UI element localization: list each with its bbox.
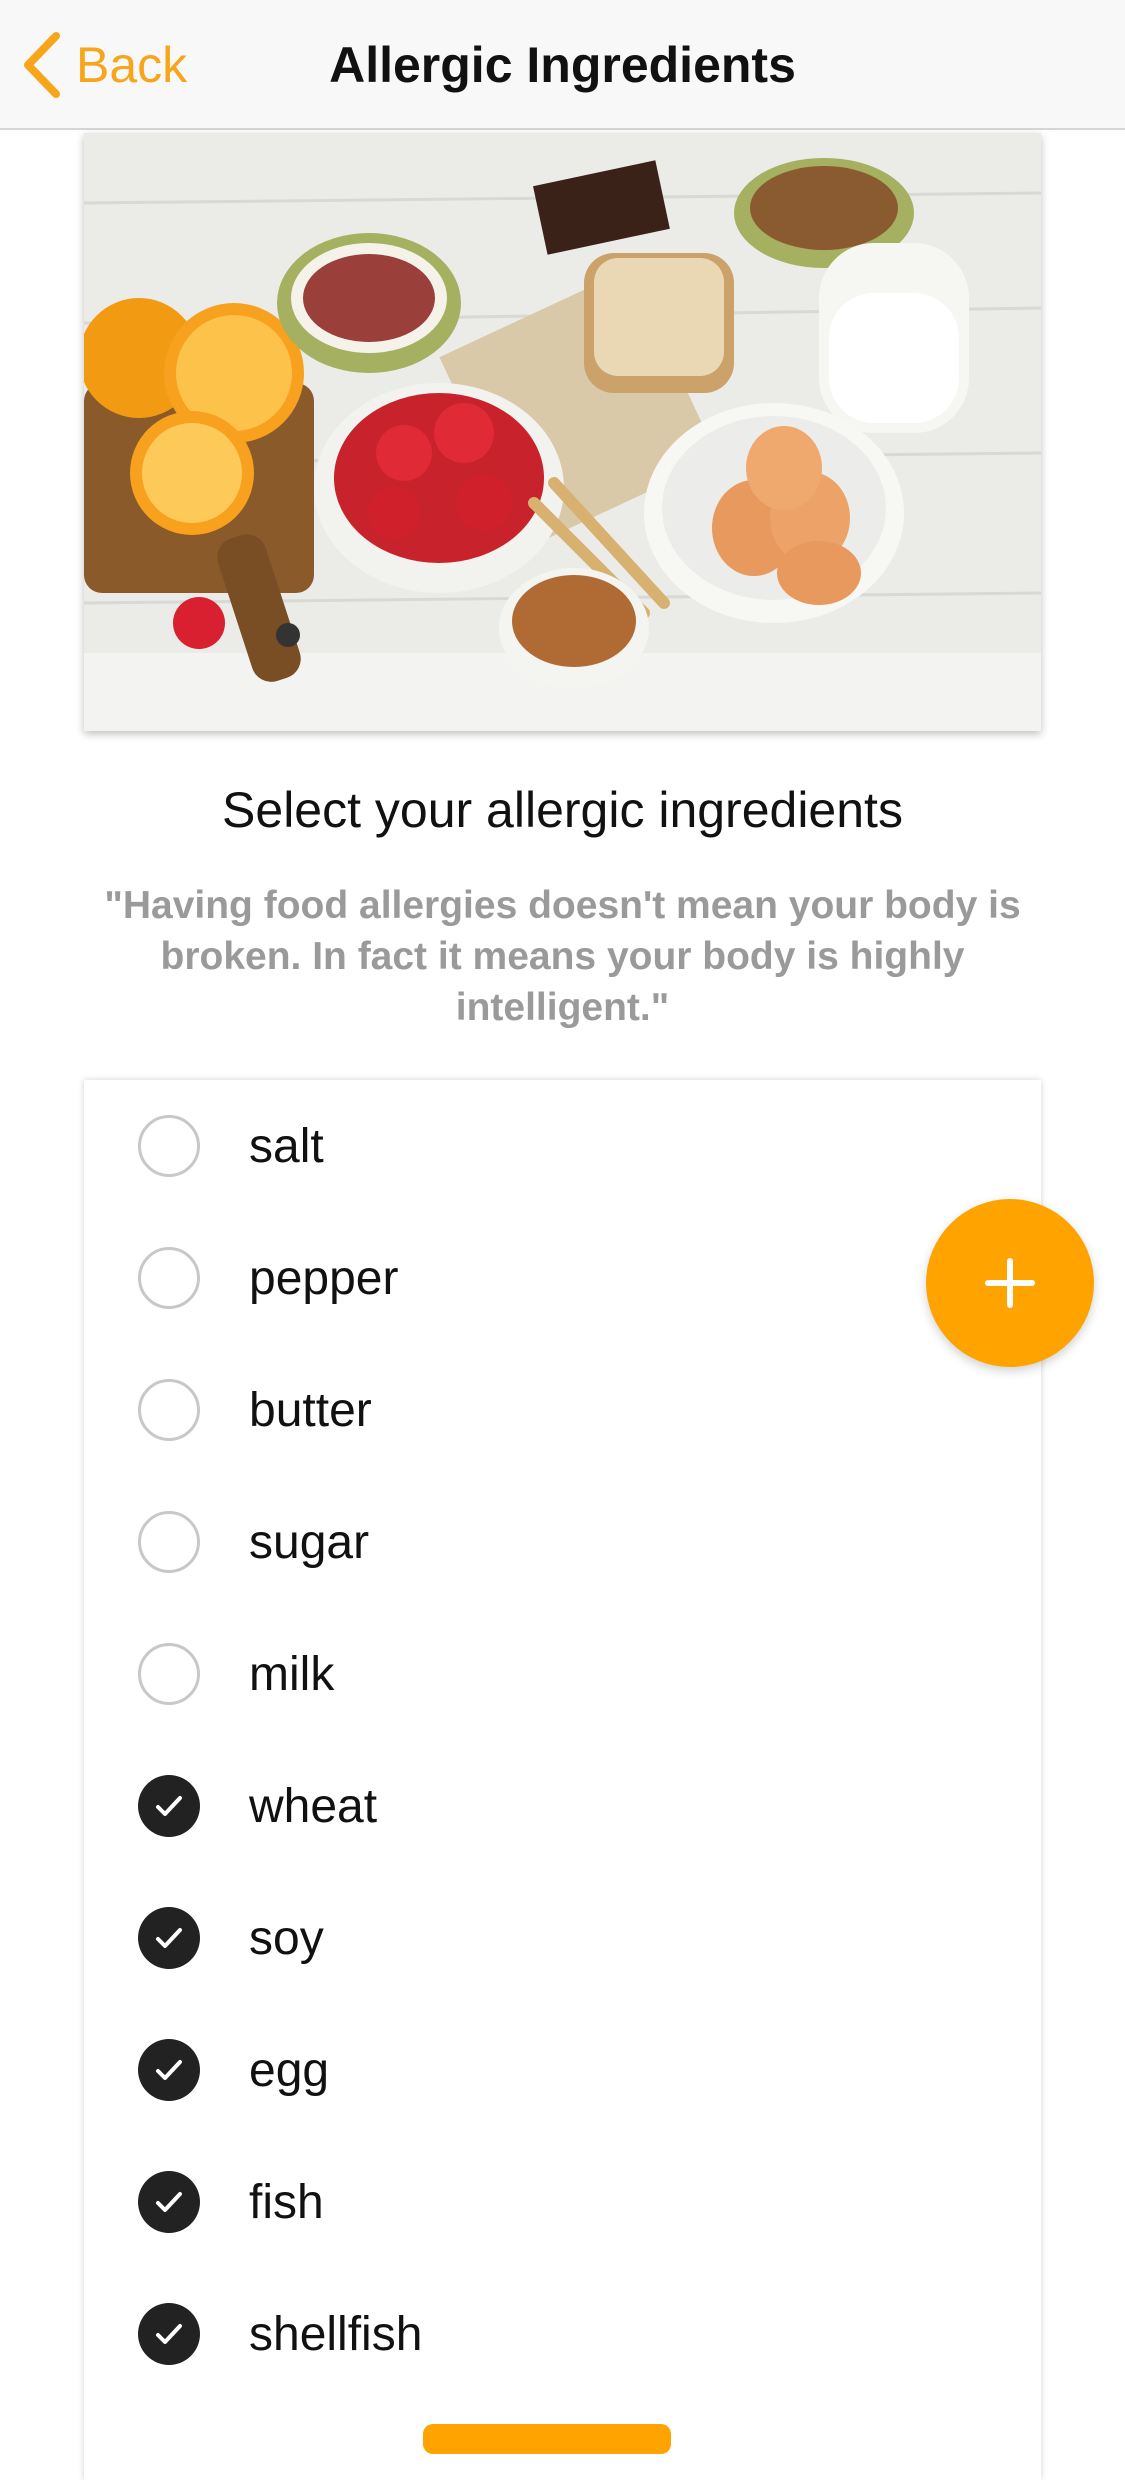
ingredient-label: fish: [249, 2175, 324, 2229]
add-ingredient-button[interactable]: [926, 1199, 1094, 1367]
ingredient-label: butter: [249, 1383, 372, 1437]
list-item[interactable]: shellfish: [84, 2268, 1041, 2400]
checkmark-icon[interactable]: [138, 2171, 200, 2233]
bottom-action-button[interactable]: [423, 2424, 671, 2454]
ingredient-label: soy: [249, 1911, 324, 1965]
list-item[interactable]: milk: [84, 1608, 1041, 1740]
ingredient-label: pepper: [249, 1251, 399, 1305]
section-heading: Select your allergic ingredients: [222, 782, 903, 838]
ingredient-label: egg: [249, 2043, 330, 2097]
ingredient-label: milk: [249, 1647, 335, 1701]
list-item[interactable]: soy: [84, 1872, 1041, 2004]
list-item[interactable]: wheat: [84, 1740, 1041, 1872]
page-title: Allergic Ingredients: [329, 37, 796, 93]
list-item[interactable]: egg: [84, 2004, 1041, 2136]
radio-unchecked-icon[interactable]: [138, 1115, 200, 1177]
radio-unchecked-icon[interactable]: [138, 1643, 200, 1705]
list-item[interactable]: salt: [84, 1080, 1041, 1212]
ingredient-list: salt pepper butter sugar milk wheat soy …: [84, 1080, 1041, 2480]
ingredient-label: shellfish: [249, 2307, 423, 2361]
ingredient-label: sugar: [249, 1515, 370, 1569]
plus-icon: [985, 1258, 1035, 1308]
list-item[interactable]: sugar: [84, 1476, 1041, 1608]
radio-unchecked-icon[interactable]: [138, 1247, 200, 1309]
list-item[interactable]: butter: [84, 1344, 1041, 1476]
radio-unchecked-icon[interactable]: [138, 1511, 200, 1573]
radio-unchecked-icon[interactable]: [138, 1379, 200, 1441]
checkmark-icon[interactable]: [138, 2039, 200, 2101]
checkmark-icon[interactable]: [138, 1775, 200, 1837]
checkmark-icon[interactable]: [138, 1907, 200, 1969]
navigation-bar: Back Allergic Ingredients: [0, 0, 1125, 130]
list-item[interactable]: fish: [84, 2136, 1041, 2268]
ingredient-label: salt: [249, 1119, 324, 1173]
hero-food-image: [84, 133, 1041, 731]
list-item[interactable]: pepper: [84, 1212, 1041, 1344]
checkmark-icon[interactable]: [138, 2303, 200, 2365]
ingredient-label: wheat: [249, 1779, 378, 1833]
quote-text: "Having food allergies doesn't mean your…: [104, 884, 1021, 1029]
